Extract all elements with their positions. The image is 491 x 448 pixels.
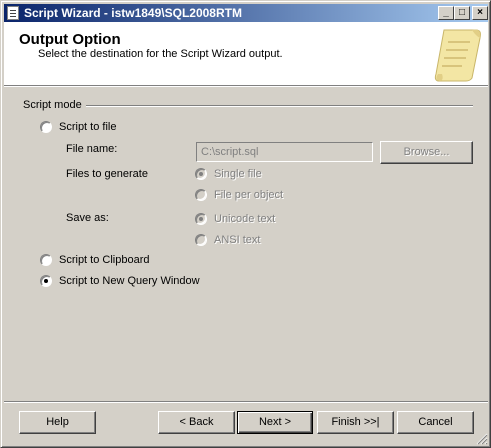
next-button[interactable]: Next > [237,411,313,434]
script-to-clipboard-label[interactable]: Script to Clipboard [59,254,150,266]
script-to-query-window-label[interactable]: Script to New Query Window [59,275,200,287]
radio-dot-icon [44,279,48,283]
group-divider [83,105,473,107]
resize-grip-icon[interactable] [476,433,488,445]
page-title: Output Option [19,31,121,48]
finish-button[interactable]: Finish >>| [317,411,394,434]
unicode-text-radio[interactable] [195,213,207,225]
maximize-button[interactable]: □ [454,6,470,20]
files-to-generate-label: Files to generate [66,168,148,180]
title-bar[interactable]: Script Wizard - istw1849\SQL2008RTM _ □ … [4,4,488,22]
file-per-object-label[interactable]: File per object [214,189,283,201]
help-button[interactable]: Help [19,411,96,434]
ansi-text-radio[interactable] [195,234,207,246]
single-file-radio[interactable] [195,168,207,180]
browse-button[interactable]: Browse... [380,141,473,164]
back-button[interactable]: < Back [158,411,235,434]
close-button[interactable]: × [472,6,488,20]
minimize-button[interactable]: _ [438,6,454,20]
radio-dot-icon [199,172,203,176]
window-title: Script Wizard - istw1849\SQL2008RTM [24,6,242,20]
file-per-object-radio[interactable] [195,189,207,201]
script-to-clipboard-radio[interactable] [40,254,52,266]
file-name-field[interactable]: C:\script.sql [196,142,373,162]
ansi-text-label[interactable]: ANSI text [214,234,260,246]
file-name-label: File name: [66,143,118,155]
unicode-text-label[interactable]: Unicode text [214,213,275,225]
save-as-label: Save as: [66,212,109,224]
radio-dot-icon [199,217,203,221]
scroll-icon [434,29,481,82]
cancel-button[interactable]: Cancel [397,411,474,434]
app-icon [7,6,19,20]
script-wizard-window: Script Wizard - istw1849\SQL2008RTM _ □ … [0,0,491,448]
script-to-file-label[interactable]: Script to file [59,121,116,133]
wizard-header: Output Option Select the destination for… [4,22,488,86]
single-file-label[interactable]: Single file [214,168,262,180]
script-mode-label: Script mode [23,99,86,111]
script-to-file-radio[interactable] [40,121,52,133]
header-divider [4,86,488,87]
script-to-query-window-radio[interactable] [40,275,52,287]
page-subtitle: Select the destination for the Script Wi… [38,48,283,60]
footer-divider [4,401,488,403]
